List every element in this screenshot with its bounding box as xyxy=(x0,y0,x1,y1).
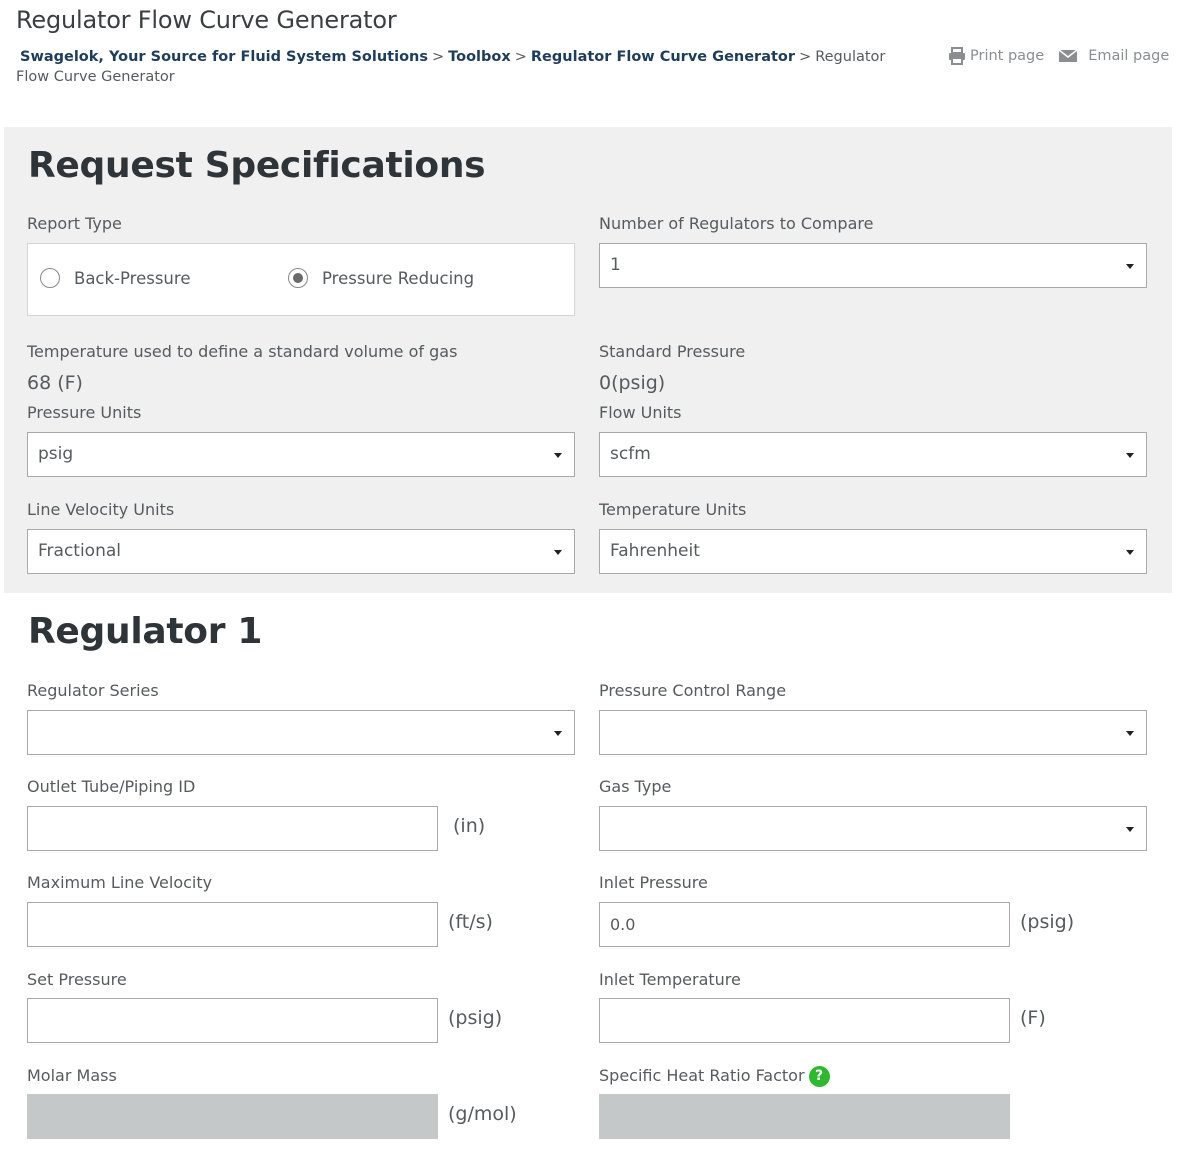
regulator-1-title: Regulator 1 xyxy=(28,611,263,652)
email-page-label: Email page xyxy=(1088,48,1170,64)
pressure-control-range-label: Pressure Control Range xyxy=(599,681,787,700)
regulator-series-label: Regulator Series xyxy=(27,681,159,700)
line-velocity-units-select[interactable]: Fractional xyxy=(27,529,575,574)
breadcrumb-separator: > xyxy=(432,49,445,65)
radio-pressure-reducing-label: Pressure Reducing xyxy=(322,268,475,288)
outlet-tube-id-input[interactable] xyxy=(27,806,438,851)
line-velocity-units-value: Fractional xyxy=(38,541,121,561)
caret-down-icon xyxy=(554,453,562,458)
breadcrumb-separator: > xyxy=(799,49,812,65)
printer-icon xyxy=(948,47,966,65)
temperature-units-select[interactable]: Fahrenheit xyxy=(599,529,1147,574)
standard-temperature-value: 68 (F) xyxy=(27,372,83,394)
max-line-velocity-unit: (ft/s) xyxy=(448,911,493,933)
temperature-units-label: Temperature Units xyxy=(599,500,747,519)
caret-down-icon xyxy=(1126,731,1134,736)
pressure-units-value: psig xyxy=(38,444,74,464)
inlet-pressure-unit: (psig) xyxy=(1020,911,1075,933)
temperature-units-value: Fahrenheit xyxy=(610,541,700,561)
number-of-regulators-label: Number of Regulators to Compare xyxy=(599,214,874,233)
number-of-regulators-select[interactable]: 1 xyxy=(599,243,1147,288)
standard-pressure-value: 0(psig) xyxy=(599,372,666,394)
line-velocity-units-label: Line Velocity Units xyxy=(27,500,175,519)
flow-units-select[interactable]: scfm xyxy=(599,432,1147,477)
page-title: Regulator Flow Curve Generator xyxy=(16,6,397,34)
envelope-icon xyxy=(1058,48,1078,64)
set-pressure-input[interactable] xyxy=(27,998,438,1043)
radio-back-pressure[interactable]: Back-Pressure xyxy=(40,268,190,288)
caret-down-icon xyxy=(1126,453,1134,458)
breadcrumb-link-flow-curve-generator[interactable]: Regulator Flow Curve Generator xyxy=(531,49,795,65)
set-pressure-label: Set Pressure xyxy=(27,970,127,989)
specific-heat-ratio-label-wrap: Specific Heat Ratio Factor? xyxy=(599,1066,830,1087)
outlet-tube-id-label: Outlet Tube/Piping ID xyxy=(27,777,196,796)
report-type-radio-group: Back-Pressure Pressure Reducing xyxy=(27,243,575,316)
molar-mass-unit: (g/mol) xyxy=(448,1103,517,1125)
page-tools: Print page Email page xyxy=(948,47,1169,65)
max-line-velocity-input[interactable] xyxy=(27,902,438,947)
pressure-control-range-select[interactable] xyxy=(599,710,1147,755)
radio-back-pressure-label: Back-Pressure xyxy=(74,268,191,288)
pressure-units-select[interactable]: psig xyxy=(27,432,575,477)
email-page-button[interactable]: Email page xyxy=(1058,47,1169,65)
set-pressure-unit: (psig) xyxy=(448,1007,503,1029)
caret-down-icon xyxy=(1126,264,1134,269)
flow-units-label: Flow Units xyxy=(599,403,682,422)
specific-heat-ratio-label: Specific Heat Ratio Factor xyxy=(599,1066,805,1085)
standard-temperature-label: Temperature used to define a standard vo… xyxy=(27,342,458,361)
radio-button-unchecked[interactable] xyxy=(40,268,60,288)
breadcrumb-link-toolbox[interactable]: Toolbox xyxy=(448,49,511,65)
outlet-tube-id-unit: (in) xyxy=(453,815,486,837)
breadcrumb-link-home[interactable]: Swagelok, Your Source for Fluid System S… xyxy=(20,49,428,65)
gas-type-label: Gas Type xyxy=(599,777,672,796)
caret-down-icon xyxy=(554,731,562,736)
breadcrumb-separator: > xyxy=(514,49,527,65)
specific-heat-ratio-input xyxy=(599,1094,1010,1139)
caret-down-icon xyxy=(554,550,562,555)
flow-units-value: scfm xyxy=(610,444,651,464)
inlet-pressure-label: Inlet Pressure xyxy=(599,873,708,892)
pressure-units-label: Pressure Units xyxy=(27,403,142,422)
molar-mass-input xyxy=(27,1094,438,1139)
gas-type-select[interactable] xyxy=(599,806,1147,851)
breadcrumb: Swagelok, Your Source for Fluid System S… xyxy=(16,47,906,87)
report-type-label: Report Type xyxy=(27,214,122,233)
radio-button-checked[interactable] xyxy=(288,268,308,288)
print-page-label: Print page xyxy=(970,48,1045,64)
inlet-temperature-input[interactable] xyxy=(599,998,1010,1043)
help-question-icon[interactable]: ? xyxy=(808,1066,830,1087)
print-page-button[interactable]: Print page xyxy=(948,47,1044,65)
number-of-regulators-value: 1 xyxy=(610,255,621,275)
inlet-pressure-input[interactable] xyxy=(599,902,1010,947)
molar-mass-label: Molar Mass xyxy=(27,1066,117,1085)
standard-pressure-label: Standard Pressure xyxy=(599,342,746,361)
inlet-temperature-unit: (F) xyxy=(1020,1007,1046,1029)
max-line-velocity-label: Maximum Line Velocity xyxy=(27,873,213,892)
caret-down-icon xyxy=(1126,827,1134,832)
radio-pressure-reducing[interactable]: Pressure Reducing xyxy=(288,268,474,288)
regulator-series-select[interactable] xyxy=(27,710,575,755)
request-specifications-title: Request Specifications xyxy=(28,145,486,186)
caret-down-icon xyxy=(1126,550,1134,555)
inlet-temperature-label: Inlet Temperature xyxy=(599,970,741,989)
